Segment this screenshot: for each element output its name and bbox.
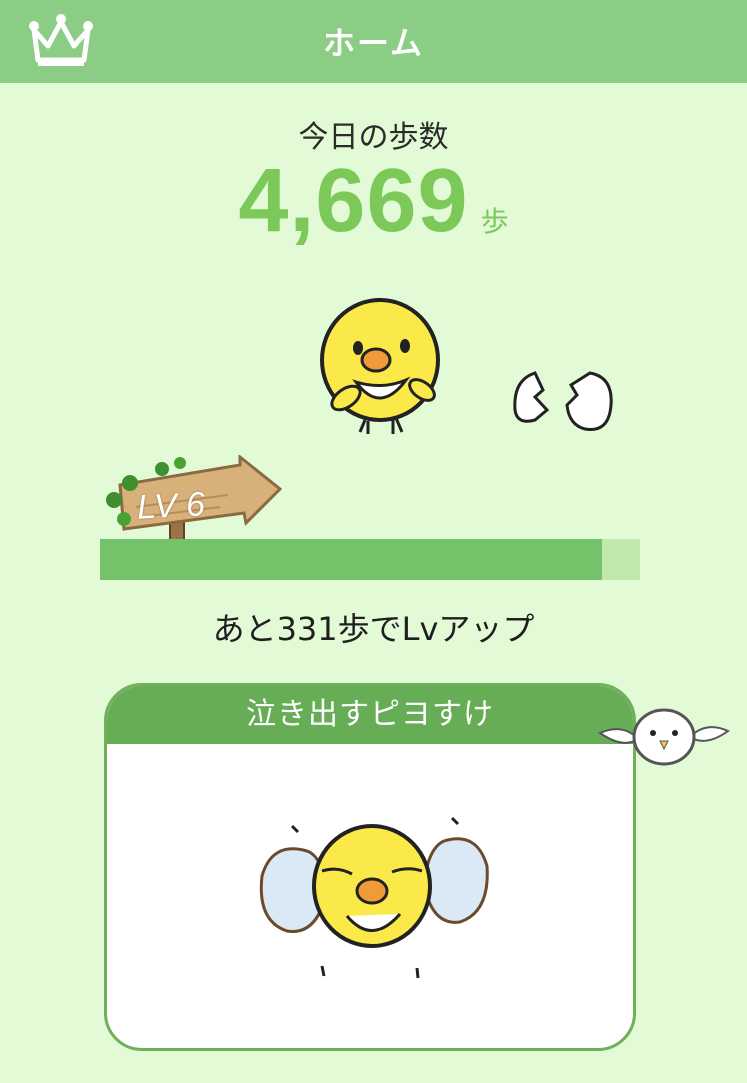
chick-character-icon [320,298,440,434]
broken-egg-icon [513,371,613,431]
crying-chick-icon [259,816,489,979]
white-bird-icon [598,708,730,766]
level-progress-fill [100,539,603,580]
levelup-remaining-text: あと331歩でLvアップ [212,610,535,648]
page-title: ホーム [322,24,425,62]
level-label: LV 6 [136,485,206,527]
app-header: ホーム [0,0,747,83]
steps-unit: 歩 [480,205,509,238]
steps-count: 4,669 [238,151,469,251]
character-card[interactable]: 泣き出すピヨすけ [104,683,636,1051]
steps-display: 4,669 歩 [0,150,747,253]
card-title: 泣き出すピヨすけ [107,686,633,744]
level-progress-bar [100,539,640,580]
